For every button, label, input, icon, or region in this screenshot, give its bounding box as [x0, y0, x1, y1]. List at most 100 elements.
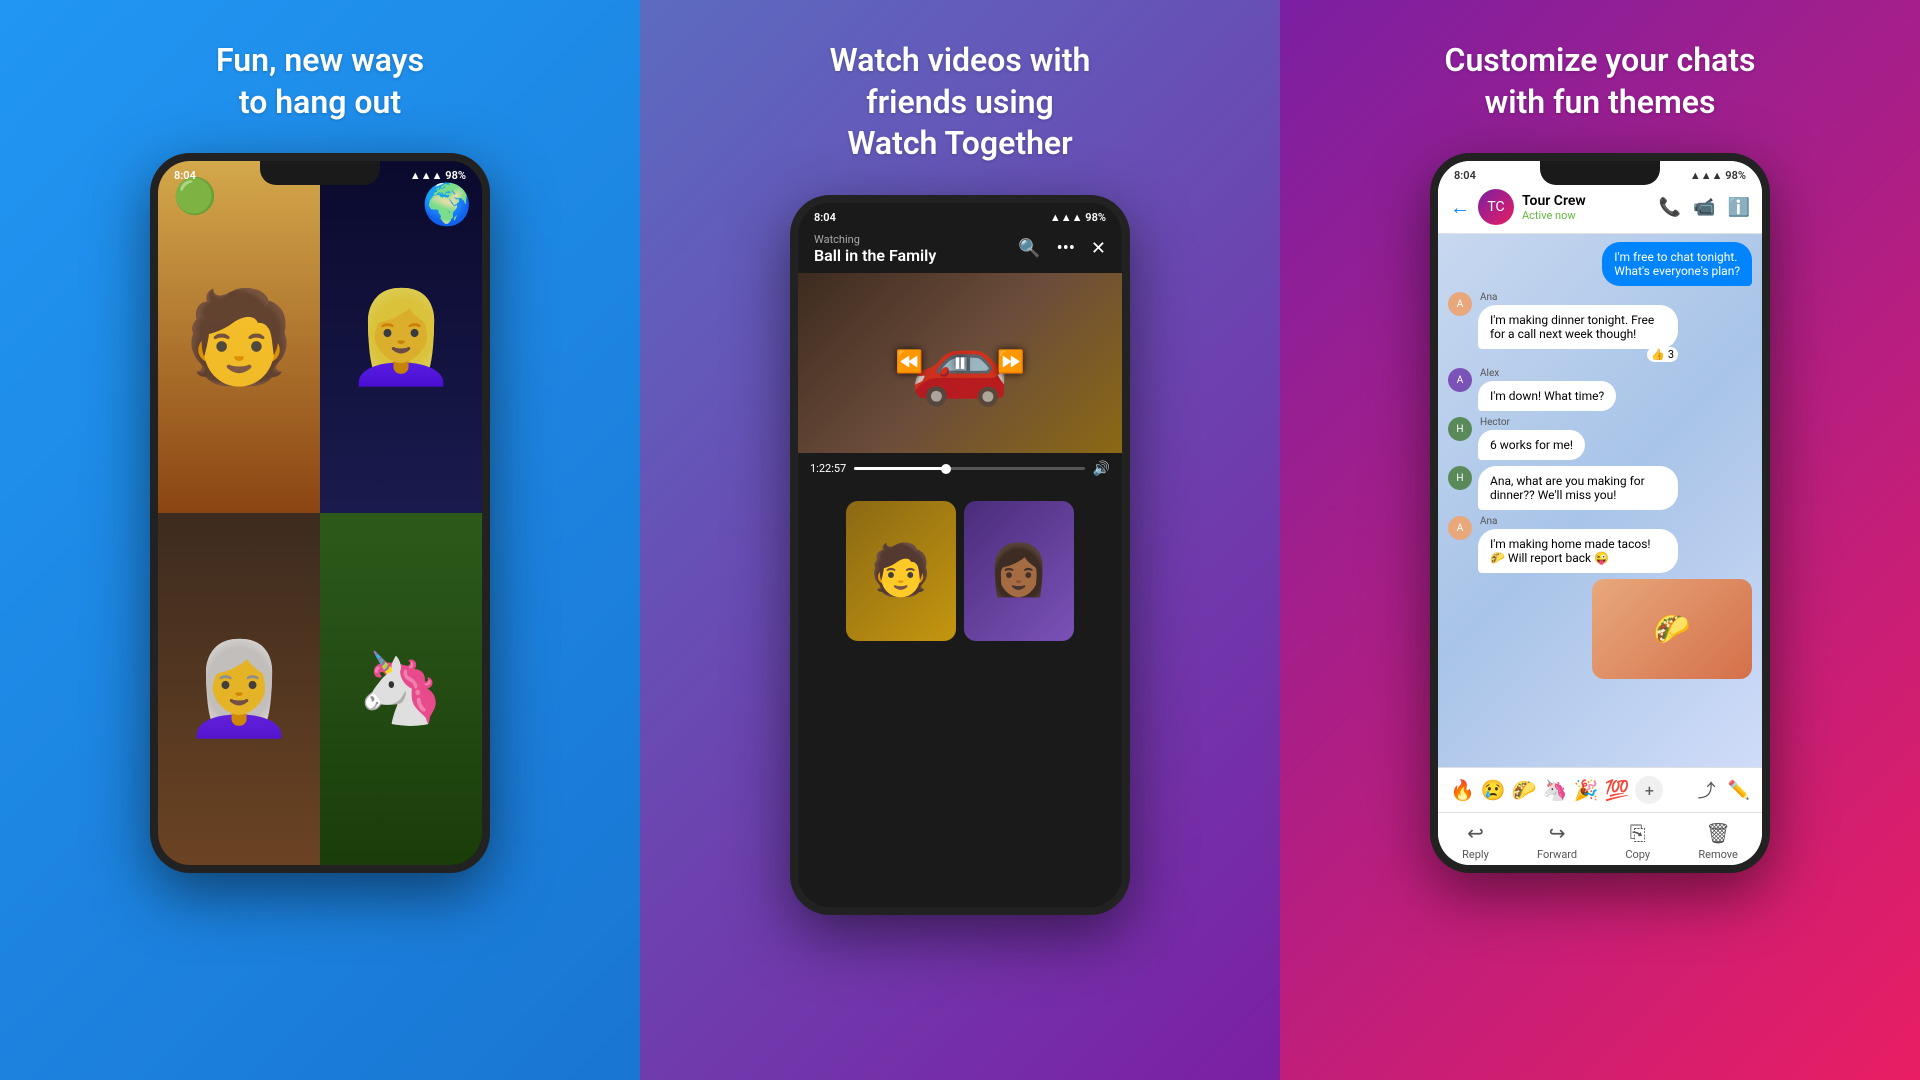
watch-controls[interactable]: 🔍 ••• ✕	[1018, 238, 1106, 259]
panel-video-chat: Fun, new waysto hang out 8:04 ▲▲▲ 98% 🧑 …	[0, 0, 640, 1080]
close-icon[interactable]: ✕	[1091, 238, 1106, 259]
panel-1-title: Fun, new waysto hang out	[216, 40, 424, 123]
reply-icon: ↩	[1467, 821, 1484, 845]
reaction-unicorn[interactable]: 🦄	[1543, 778, 1568, 802]
reaction-hundred[interactable]: 💯	[1605, 778, 1630, 802]
rewind-icon[interactable]: ⏪	[896, 350, 923, 375]
search-icon[interactable]: 🔍	[1018, 238, 1040, 259]
copy-icon: ⎘	[1630, 821, 1646, 845]
reaction-1: 👍 3	[1647, 347, 1678, 362]
remove-icon: 🗑	[1705, 821, 1730, 845]
status-bar-2: 8:04 ▲▲▲ 98%	[798, 211, 1122, 224]
add-reaction-button[interactable]: +	[1635, 776, 1663, 804]
edit-icon[interactable]: ✏️	[1728, 780, 1750, 801]
video-cell-3: 👩‍🦳	[158, 513, 320, 865]
group-name: Tour Crew	[1522, 193, 1651, 209]
participant-1-figure: 🧑	[870, 542, 932, 600]
back-icon[interactable]: ←	[1450, 195, 1470, 220]
pause-icon[interactable]: ⏸	[953, 346, 967, 380]
received-message-hector-2: H Ana, what are you making for dinner?? …	[1448, 466, 1752, 510]
person-3-figure: 👩‍🦳	[183, 637, 295, 742]
video-cell-4: 🦄	[320, 513, 482, 865]
bottom-actions-bar: ↩ Reply ↪ Forward ⎘ Copy 🗑 Remove	[1438, 812, 1762, 865]
ar-filter-unicorn: 🦄	[320, 513, 482, 865]
received-message-ana-2: A Ana I'm making home made tacos! 🌮 Will…	[1448, 516, 1752, 573]
battery-3: ▲▲▲ 98%	[1690, 169, 1746, 182]
image-message-group: 🌮	[1448, 579, 1752, 679]
hector-message-2: Ana, what are you making for dinner?? We…	[1478, 466, 1678, 510]
time-1: 8:04	[174, 169, 196, 182]
phone-1: 8:04 ▲▲▲ 98% 🧑 🟢 👱‍♀️ 🌍 �	[150, 153, 490, 873]
ana-avatar: A	[1448, 292, 1472, 316]
playback-controls[interactable]: ⏪ ⏸ ⏩	[896, 346, 1025, 380]
share-icon[interactable]: ⤴	[1698, 777, 1716, 803]
person-1-figure: 🧑	[183, 285, 295, 390]
remove-button[interactable]: 🗑 Remove	[1698, 821, 1738, 861]
sender-ana: Ana	[1478, 292, 1678, 303]
ana-avatar-2: A	[1448, 516, 1472, 540]
status-bar-3: 8:04 ▲▲▲ 98%	[1438, 169, 1762, 182]
reaction-sad[interactable]: 😢	[1481, 778, 1506, 802]
alex-avatar: A	[1448, 368, 1472, 392]
reaction-fire[interactable]: 🔥	[1450, 778, 1475, 802]
reaction-party[interactable]: 🎉	[1574, 778, 1599, 802]
watch-together-screen: Watching Ball in the Family 🔍 ••• ✕ 🚗 ⏪ …	[798, 203, 1122, 907]
ar-filter-1: 🟢	[173, 176, 217, 217]
forward-label: Forward	[1537, 848, 1577, 861]
progress-container: 1:22:57 🔊	[798, 453, 1122, 485]
time-3: 8:04	[1454, 169, 1476, 182]
phone-3: 8:04 ▲▲▲ 98% ← TC Tour Crew Active now 📞…	[1430, 153, 1770, 873]
copy-label: Copy	[1625, 848, 1650, 861]
ar-filter-moon: 🌍	[422, 181, 472, 228]
volume-icon[interactable]: 🔊	[1093, 461, 1110, 477]
battery-1: ▲▲▲ 98%	[410, 169, 466, 182]
sender-alex: Alex	[1478, 368, 1616, 379]
fast-forward-icon[interactable]: ⏩	[997, 350, 1024, 375]
battery-2: ▲▲▲ 98%	[1050, 211, 1106, 224]
video-title: Ball in the Family	[814, 246, 936, 265]
reply-label: Reply	[1462, 848, 1489, 861]
messenger-screen: ← TC Tour Crew Active now 📞 📹 ℹ️ I'm fre…	[1438, 161, 1762, 865]
time-2: 8:04	[814, 211, 836, 224]
watching-label: Watching	[814, 233, 936, 246]
participant-2: 👩🏾	[964, 501, 1074, 641]
phone-call-icon[interactable]: 📞	[1659, 197, 1681, 218]
hector-message-1: 6 works for me!	[1478, 430, 1585, 460]
person-2-figure: 👱‍♀️	[345, 285, 457, 390]
progress-thumb[interactable]	[941, 464, 951, 474]
participants-row: 🧑 👩🏾	[798, 485, 1122, 657]
hector-avatar: H	[1448, 417, 1472, 441]
progress-track[interactable]	[854, 467, 1084, 470]
alex-message: I'm down! What time?	[1478, 381, 1616, 411]
sender-hector: Hector	[1478, 417, 1585, 428]
panel-2-title: Watch videos withfriends usingWatch Toge…	[830, 40, 1091, 165]
sent-message-1: I'm free to chat tonight.What's everyone…	[1602, 242, 1752, 286]
progress-fill	[854, 467, 946, 470]
sender-ana-2: Ana	[1478, 516, 1678, 527]
ana-message-2: I'm making home made tacos! 🌮 Will repor…	[1478, 529, 1678, 573]
forward-button[interactable]: ↪ Forward	[1537, 821, 1577, 861]
panel-3-title: Customize your chatswith fun themes	[1445, 40, 1756, 123]
forward-icon: ↪	[1549, 821, 1566, 845]
copy-button[interactable]: ⎘ Copy	[1625, 821, 1650, 861]
video-player[interactable]: 🚗 ⏪ ⏸ ⏩	[798, 273, 1122, 453]
sent-message-group: I'm free to chat tonight.What's everyone…	[1448, 242, 1752, 286]
phone-2: 8:04 ▲▲▲ 98% Watching Ball in the Family…	[790, 195, 1130, 915]
panel-watch-together: Watch videos withfriends usingWatch Toge…	[640, 0, 1280, 1080]
video-cell-1: 🧑 🟢	[158, 161, 320, 513]
more-icon[interactable]: •••	[1057, 238, 1075, 259]
reaction-taco[interactable]: 🌮	[1512, 778, 1537, 802]
reply-button[interactable]: ↩ Reply	[1462, 821, 1489, 861]
chat-messages: I'm free to chat tonight.What's everyone…	[1438, 234, 1762, 767]
remove-label: Remove	[1698, 848, 1738, 861]
participant-2-figure: 👩🏾	[988, 542, 1050, 600]
reaction-bar[interactable]: 🔥 😢 🌮 🦄 🎉 💯 + ⤴ ✏️	[1438, 767, 1762, 812]
video-grid: 🧑 🟢 👱‍♀️ 🌍 👩‍🦳 🦄	[158, 161, 482, 865]
received-message-alex: A Alex I'm down! What time?	[1448, 368, 1752, 411]
participant-1: 🧑	[846, 501, 956, 641]
info-icon[interactable]: ℹ️	[1728, 197, 1750, 218]
current-time: 1:22:57	[810, 462, 846, 475]
status-bar-1: 8:04 ▲▲▲ 98%	[158, 169, 482, 182]
video-call-icon[interactable]: 📹	[1693, 197, 1715, 218]
hector-avatar-2: H	[1448, 466, 1472, 490]
